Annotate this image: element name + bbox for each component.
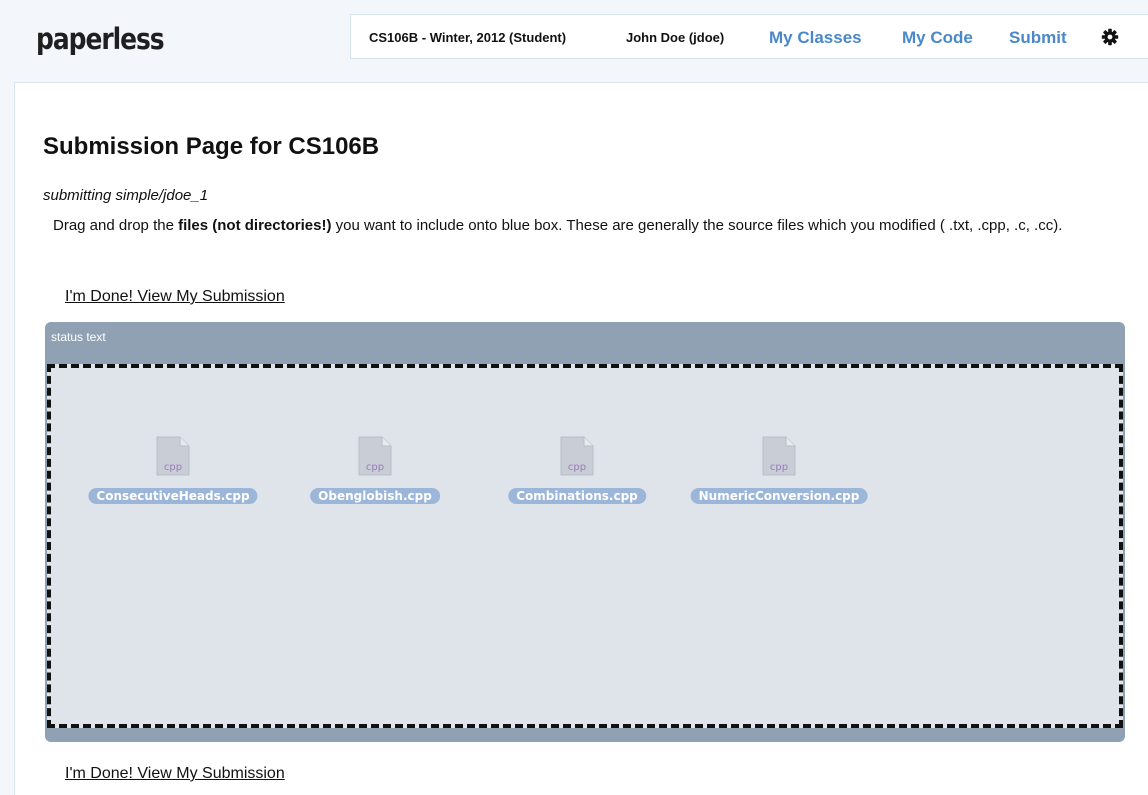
top-navigation: CS106B - Winter, 2012 (Student) John Doe… — [350, 14, 1148, 59]
done-view-submission-link-top[interactable]: I'm Done! View My Submission — [65, 288, 285, 306]
cpp-file-icon: cpp — [560, 436, 594, 476]
file-item-consecutiveheads[interactable]: cpp ConsecutiveHeads.cpp — [83, 436, 263, 510]
file-name-label: ConsecutiveHeads.cpp — [88, 488, 258, 504]
my-code-link[interactable]: My Code — [902, 15, 973, 60]
file-icon-extension: cpp — [366, 462, 384, 473]
submitting-label: submitting simple/jdoe_1 — [43, 187, 209, 204]
file-icon-extension: cpp — [568, 462, 586, 473]
done-view-submission-link-bottom[interactable]: I'm Done! View My Submission — [65, 765, 285, 783]
file-item-combinations[interactable]: cpp Combinations.cpp — [487, 436, 667, 510]
cpp-file-icon: cpp — [156, 436, 190, 476]
submission-content-panel: Submission Page for CS106B submitting si… — [14, 82, 1148, 795]
user-label: John Doe (jdoe) — [626, 30, 725, 45]
file-drop-zone[interactable]: cpp ConsecutiveHeads.cpp cpp Obenglobish… — [47, 364, 1123, 728]
status-text: status text — [51, 330, 106, 344]
upload-panel: status text cpp ConsecutiveHeads.cpp cpp… — [45, 322, 1125, 742]
gear-icon[interactable] — [1101, 28, 1119, 46]
cpp-file-icon: cpp — [762, 436, 796, 476]
page-title: Submission Page for CS106B — [43, 133, 380, 160]
instructions-emphasis: files (not directories!) — [178, 217, 332, 234]
course-label: CS106B - Winter, 2012 (Student) — [369, 30, 567, 45]
instructions-suffix: you want to include onto blue box. These… — [331, 217, 1063, 234]
cpp-file-icon: cpp — [358, 436, 392, 476]
file-icon-extension: cpp — [164, 462, 182, 473]
file-item-numericconversion[interactable]: cpp NumericConversion.cpp — [689, 436, 869, 510]
file-name-label: NumericConversion.cpp — [690, 488, 868, 504]
file-item-obenglobish[interactable]: cpp Obenglobish.cpp — [285, 436, 465, 510]
submit-link[interactable]: Submit — [1009, 15, 1067, 60]
file-icon-extension: cpp — [770, 462, 788, 473]
file-name-label: Combinations.cpp — [508, 488, 646, 504]
my-classes-link[interactable]: My Classes — [769, 15, 862, 60]
instructions-prefix: Drag and drop the — [53, 217, 179, 234]
file-name-label: Obenglobish.cpp — [310, 488, 440, 504]
upload-instructions: Drag and drop the files (not directories… — [53, 217, 1123, 235]
app-logo[interactable]: paperless — [36, 22, 165, 56]
